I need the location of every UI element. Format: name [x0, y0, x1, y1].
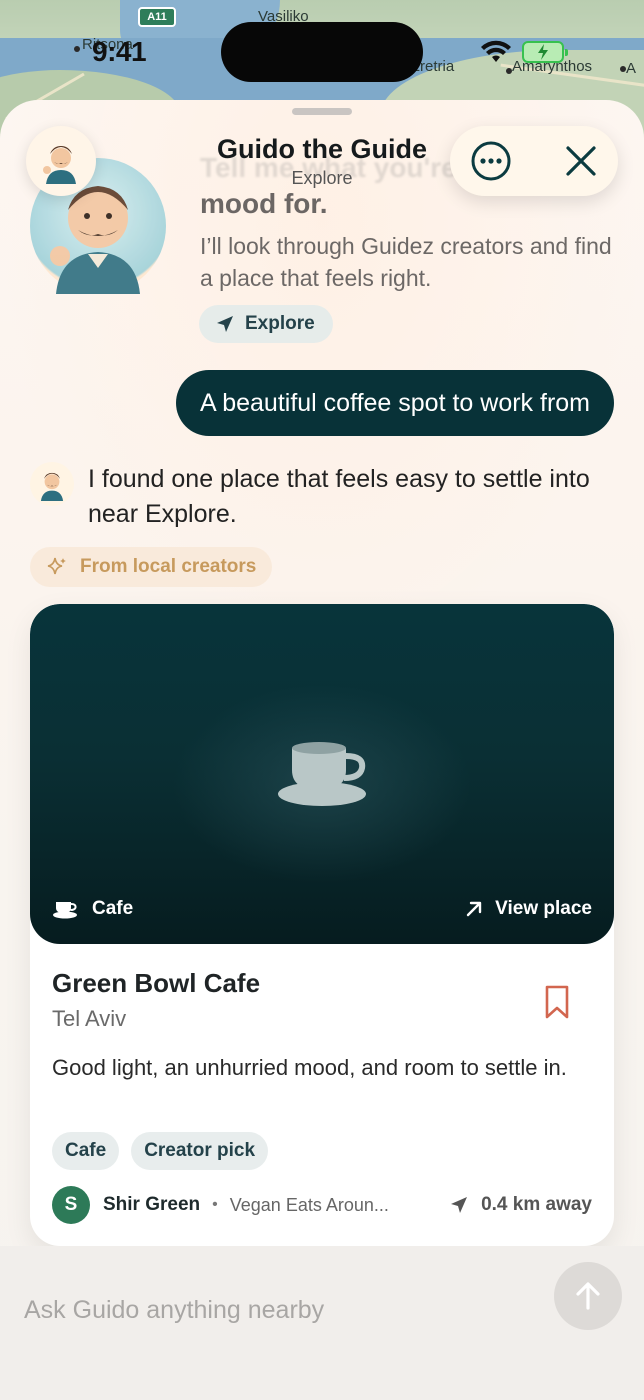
creator-avatar: S [52, 1186, 90, 1224]
place-category-label: Cafe [92, 898, 134, 919]
map-dot [74, 46, 80, 52]
place-card[interactable]: Cafe View place Green Bowl Cafe Tel Aviv… [30, 604, 614, 1246]
intro-text: I’ll look through Guidez creators and fi… [200, 233, 612, 291]
more-options-button[interactable] [470, 140, 512, 182]
arrow-up-icon [576, 1282, 600, 1310]
bookmark-icon [545, 985, 569, 1019]
place-tag[interactable]: Creator pick [131, 1132, 269, 1170]
coffee-cup-icon [274, 736, 370, 813]
close-button[interactable] [562, 142, 600, 180]
explore-chip-label: Explore [245, 313, 315, 334]
place-name: Green Bowl Cafe [52, 968, 261, 998]
road-shield: A11 [138, 7, 176, 27]
wifi-icon [480, 40, 512, 69]
place-city: Tel Aviv [52, 1006, 127, 1031]
view-place-label: View place [495, 898, 592, 919]
distance-label: 0.4 km away [481, 1194, 592, 1215]
place-description: Good light, an unhurried mood, and room … [52, 1055, 567, 1080]
location-arrow-icon [451, 1197, 468, 1213]
creator-name[interactable]: Shir Green [103, 1194, 200, 1216]
ellipsis-circle-icon [471, 141, 511, 181]
bookmark-button[interactable] [544, 984, 570, 1025]
map-dot [620, 66, 626, 72]
guide-reply-text: I found one place that feels easy to set… [88, 465, 590, 528]
creator-row[interactable]: S Shir Green • Vegan Eats Aroun... 0.4 k… [52, 1186, 592, 1224]
creator-list-name[interactable]: Vegan Eats Aroun... [230, 1195, 389, 1216]
header-actions [450, 126, 618, 196]
sparkle-icon [47, 557, 66, 575]
guide-reply-avatar [30, 462, 74, 506]
close-icon [566, 146, 596, 176]
ask-input[interactable] [24, 1290, 524, 1330]
dynamic-island [221, 22, 423, 82]
guide-sheet: Tell me what you're in the mood for. I’l… [0, 100, 644, 1400]
composer-bar [0, 1246, 644, 1400]
arrow-up-right-icon [466, 901, 482, 917]
place-category: Cafe [52, 898, 133, 920]
user-message-bubble: A beautiful coffee spot to work from [175, 370, 614, 436]
source-chip: From local creators [30, 547, 273, 587]
view-place-button[interactable]: View place [465, 898, 592, 920]
place-tags: Cafe Creator pick [52, 1132, 269, 1170]
map-label: A [626, 60, 637, 77]
battery-icon [522, 41, 568, 63]
source-chip-label: From local creators [80, 556, 257, 577]
coffee-cup-icon [53, 902, 77, 919]
place-tag[interactable]: Cafe [52, 1132, 120, 1170]
explore-chip[interactable]: Explore [199, 305, 333, 343]
separator-dot: • [212, 1196, 218, 1213]
send-button[interactable] [554, 1262, 622, 1330]
place-distance: 0.4 km away [449, 1186, 592, 1224]
sheet-grabber[interactable] [292, 108, 352, 115]
intro-title: mood for. [200, 188, 328, 219]
status-time: 9:41 [92, 36, 147, 67]
place-media[interactable]: Cafe View place [30, 604, 614, 944]
location-arrow-icon [217, 316, 233, 332]
